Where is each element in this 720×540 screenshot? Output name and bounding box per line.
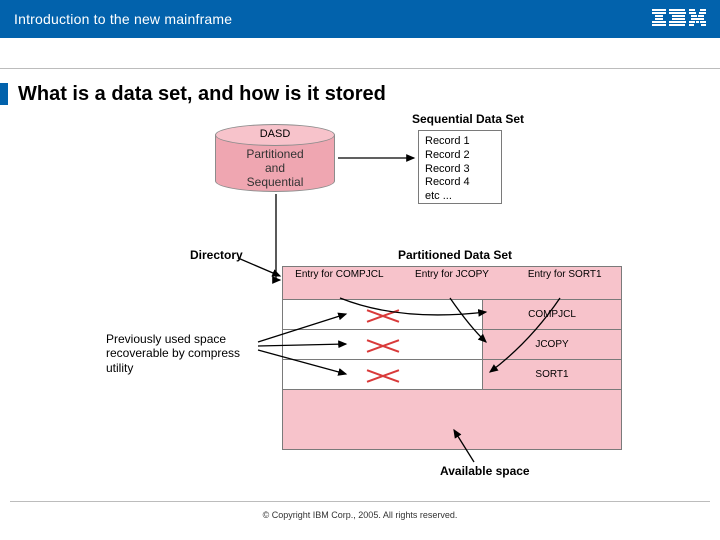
slide-header: Introduction to the new mainframe [0, 0, 720, 38]
pds-member: COMPJCL [483, 300, 621, 329]
diagram: DASD Partitioned and Sequential Sequenti… [20, 112, 700, 502]
pds-member: JCOPY [483, 330, 621, 359]
x-mark-icon [366, 366, 400, 384]
pds-entry: Entry for JCOPY [396, 267, 509, 299]
seq-row: Record 4 [425, 176, 495, 190]
seq-row: etc ... [425, 190, 495, 204]
partitioned-title: Partitioned Data Set [398, 248, 512, 262]
pds-available-space [283, 389, 621, 449]
header-title: Introduction to the new mainframe [14, 11, 232, 27]
x-mark-icon [366, 336, 400, 354]
dasd-cylinder: DASD Partitioned and Sequential [215, 124, 335, 192]
seq-row: Record 2 [425, 149, 495, 163]
directory-label: Directory [190, 248, 243, 262]
pds-entry: Entry for COMPJCL [283, 267, 396, 299]
dasd-text: Partitioned and Sequential [215, 148, 335, 189]
pds-member: SORT1 [483, 360, 621, 389]
dasd-label: DASD [215, 128, 335, 140]
pds-member-row: SORT1 [283, 359, 621, 389]
pds-directory-row: Entry for COMPJCL Entry for JCOPY Entry … [283, 267, 621, 299]
slide-title: What is a data set, and how is it stored [18, 83, 706, 106]
slide-content: What is a data set, and how is it stored… [0, 69, 720, 502]
prev-space-label: Previously used space recoverable by com… [106, 332, 256, 375]
pds-entry: Entry for SORT1 [508, 267, 621, 299]
pds-table: Entry for COMPJCL Entry for JCOPY Entry … [282, 266, 622, 450]
sequential-box: Record 1 Record 2 Record 3 Record 4 etc … [418, 130, 502, 204]
sequential-title: Sequential Data Set [412, 112, 524, 126]
pds-member-row: JCOPY [283, 329, 621, 359]
seq-row: Record 3 [425, 163, 495, 177]
ibm-logo [652, 9, 706, 29]
seq-row: Record 1 [425, 135, 495, 149]
pds-member-row: COMPJCL [283, 299, 621, 329]
available-space-label: Available space [440, 464, 530, 478]
title-accent-bar [0, 83, 8, 105]
copyright-text: © Copyright IBM Corp., 2005. All rights … [0, 510, 720, 520]
footer-divider [10, 501, 710, 502]
x-mark-icon [366, 306, 400, 324]
